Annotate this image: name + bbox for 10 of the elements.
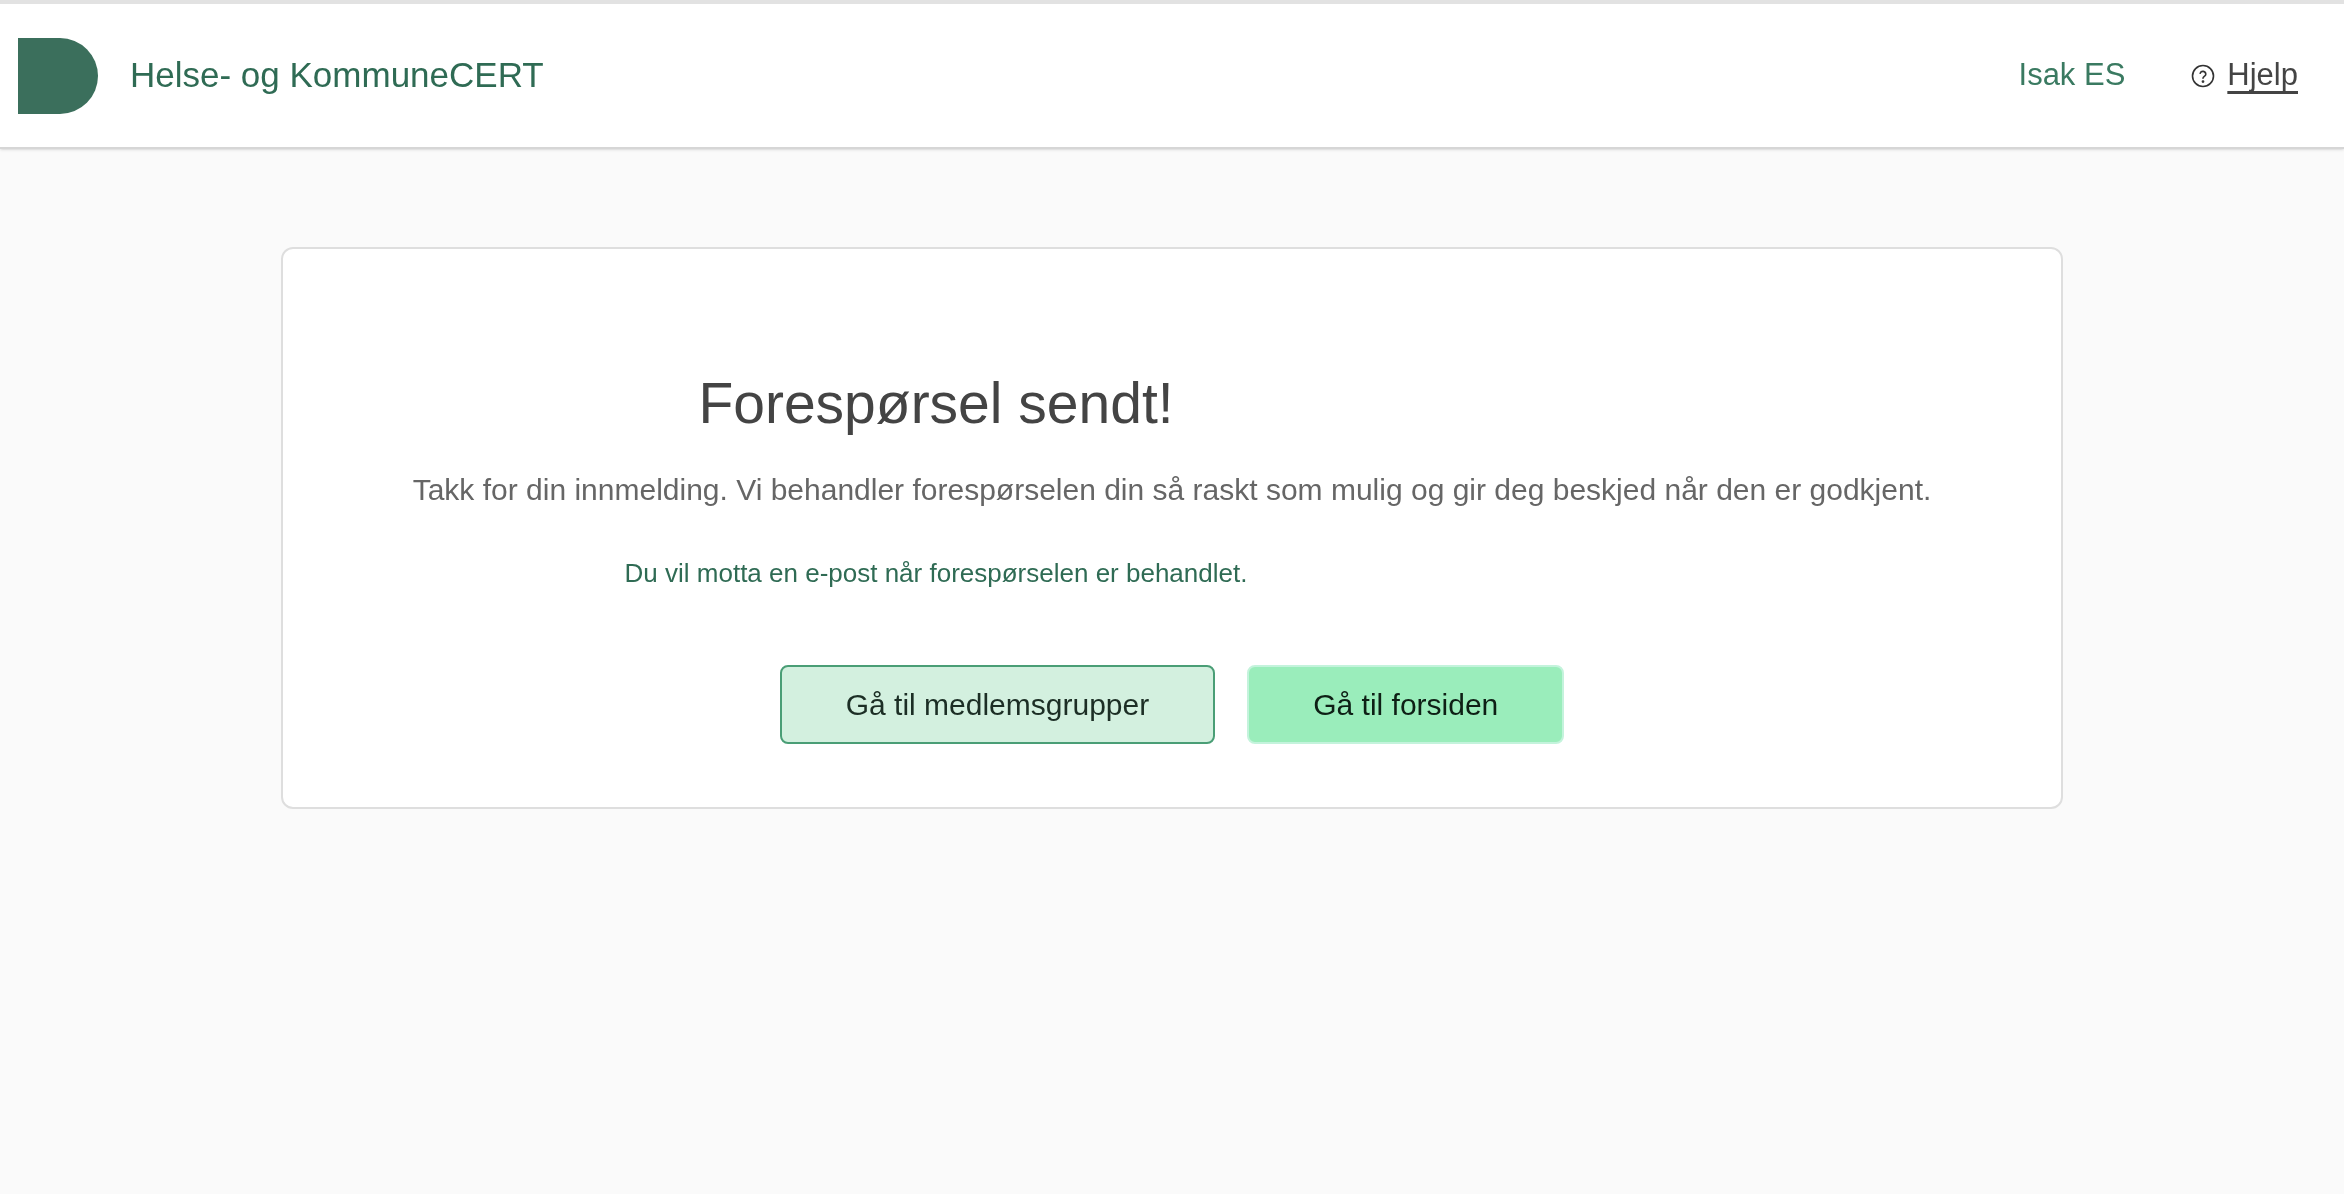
navigation-button[interactable]: Gå til medlemsgrupper — [779, 664, 1216, 744]
help-icon — [2191, 63, 2216, 88]
email-note: Du vil motta en e-post når forespørselen er behandlet. — [623, 556, 1249, 590]
user-link[interactable]: Isak ES — [2018, 52, 2126, 99]
site-title: Helse- og KommuneCERT — [130, 54, 544, 97]
confirmation-message: Takk for din innmelding. Vi behandler forespørselen din så raskt som mulig og gir deg beskjed når den er godkjent. — [411, 471, 1933, 508]
confirmation-heading: Forespørsel sendt! — [697, 370, 1175, 437]
navigation-button[interactable]: Gå til forsiden — [1247, 664, 1565, 744]
logo-icon — [18, 37, 98, 114]
help-link[interactable]: Hjelp — [2227, 52, 2298, 99]
